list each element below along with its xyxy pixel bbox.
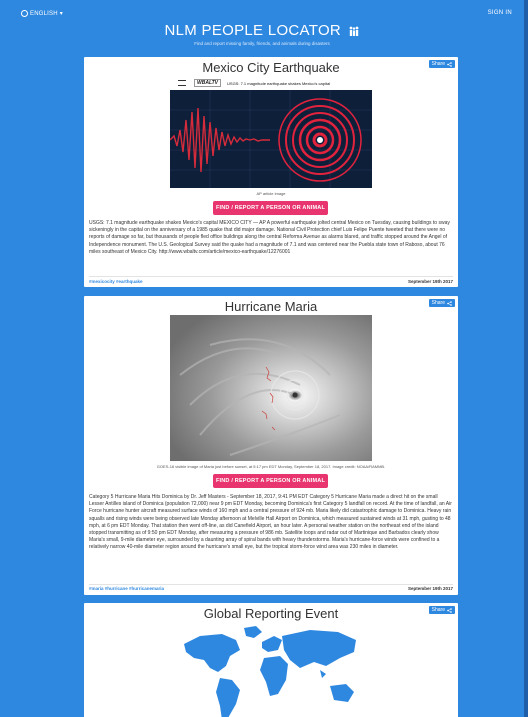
event-card-mexico: Share Mexico City Earthquake WBALTV USGS…	[84, 57, 458, 287]
share-icon	[447, 61, 452, 67]
chevron-down-icon: ▾	[59, 11, 63, 17]
share-icon	[447, 607, 452, 613]
site-title[interactable]: NLM PEOPLE LOCATOR	[0, 22, 524, 39]
language-label: ENGLISH	[30, 10, 58, 17]
globe-icon	[21, 10, 28, 17]
image-caption: GOES-16 visible image of Maria just befo…	[156, 464, 386, 469]
video-thumbnail[interactable]: WBALTV USGS: 7.1 magnitude earthquake sh…	[170, 76, 372, 188]
event-description: USGS: 7.1 magnitude earthquake shakes Me…	[89, 220, 450, 255]
find-report-button[interactable]: FIND / REPORT A PERSON OR ANIMAL	[213, 201, 328, 215]
event-card-maria: Share Hurricane Maria GOES-16 visible im…	[84, 296, 458, 595]
find-report-button[interactable]: FIND / REPORT A PERSON OR ANIMAL	[213, 474, 328, 488]
menu-icon	[178, 80, 186, 86]
share-label: Share	[431, 61, 445, 67]
video-header: WBALTV USGS: 7.1 magnitude earthquake sh…	[170, 76, 372, 90]
page: ENGLISH ▾ SIGN IN NLM PEOPLE LOCATOR Fin…	[0, 0, 528, 717]
share-label: Share	[431, 607, 445, 613]
people-icon	[348, 26, 360, 38]
card-divider	[89, 584, 453, 585]
channel-logo: WBALTV	[194, 79, 222, 87]
seismograph-image	[170, 90, 372, 188]
image-caption: AP article image	[256, 191, 286, 196]
share-label: Share	[431, 300, 445, 306]
site-title-text: NLM PEOPLE LOCATOR	[164, 22, 342, 39]
video-title: USGS: 7.1 magnitude earthquake shakes Me…	[227, 80, 331, 86]
event-title[interactable]: Global Reporting Event	[84, 603, 458, 622]
world-map-image	[184, 626, 356, 717]
event-tags[interactable]: #maria #hurricane #hurricanemaria	[89, 586, 164, 591]
event-date: September 19th 2017	[407, 586, 453, 591]
card-divider	[89, 276, 453, 277]
share-icon	[447, 300, 452, 306]
sign-in-link[interactable]: SIGN IN	[488, 10, 512, 16]
event-card-global: Share Global Reporting Event	[84, 603, 458, 717]
share-button[interactable]: Share	[428, 60, 455, 68]
event-date: September 19th 2017	[407, 279, 453, 284]
satellite-image	[170, 315, 372, 461]
tagline: Find and report missing family, friends,…	[194, 41, 330, 46]
event-title[interactable]: Hurricane Maria	[84, 296, 458, 315]
top-bar: ENGLISH ▾ SIGN IN	[0, 0, 524, 22]
event-title[interactable]: Mexico City Earthquake	[84, 57, 458, 76]
language-selector[interactable]: ENGLISH ▾	[21, 10, 63, 17]
event-description: Category 5 Hurricane Maria Hits Dominica…	[89, 494, 452, 551]
share-button[interactable]: Share	[428, 299, 455, 307]
share-button[interactable]: Share	[428, 606, 455, 614]
event-tags[interactable]: #mexicocity #earthquake	[89, 279, 143, 284]
